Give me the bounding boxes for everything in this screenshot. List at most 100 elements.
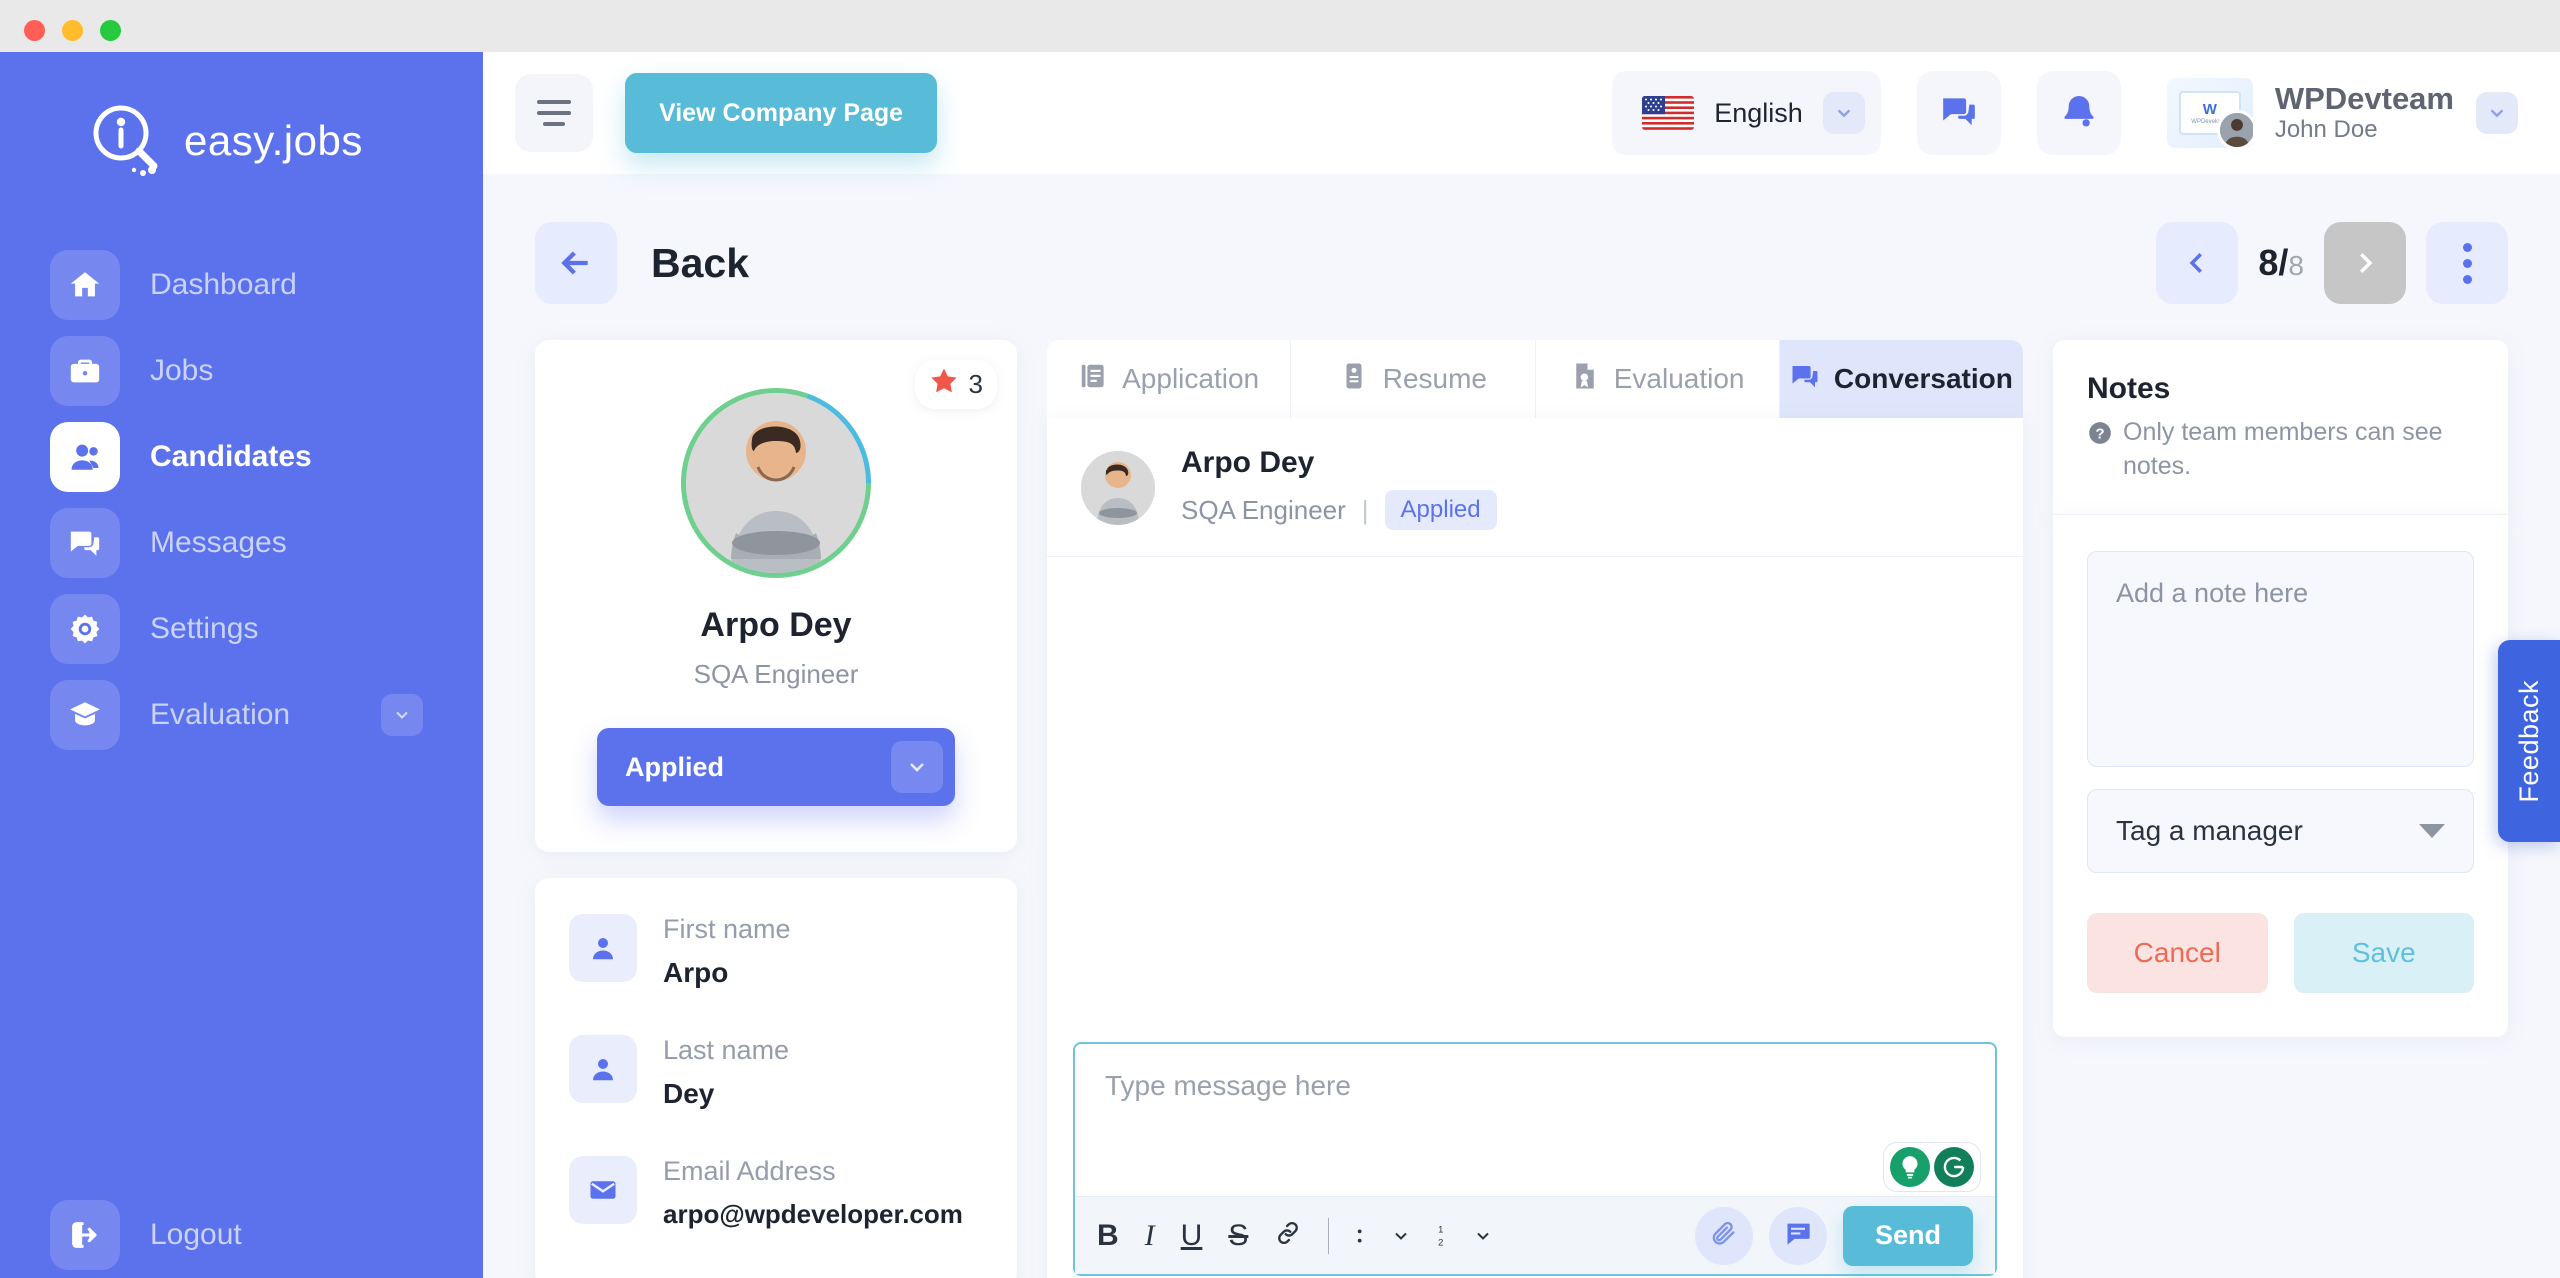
sidebar-item-candidates[interactable]: Candidates [0, 414, 483, 500]
chevron-down-icon[interactable] [381, 694, 423, 736]
sidebar-item-label: Settings [150, 612, 259, 645]
tab-application[interactable]: Application [1047, 340, 1292, 418]
feedback-tab[interactable]: Feedback [2498, 640, 2560, 842]
notes-body-card: Add a note here Tag a manager Cancel Sav… [2053, 513, 2508, 1037]
home-icon [50, 250, 120, 320]
message-composer: Type message here B I U S 1 2 Send [1073, 1042, 1997, 1276]
account-menu[interactable]: W WPDeveloper WPDevteam John Doe [2157, 78, 2518, 148]
close-window-button[interactable] [24, 20, 45, 41]
company-logo-icon: W WPDeveloper [2166, 78, 2253, 148]
envelope-icon [569, 1156, 637, 1224]
chat-icon [50, 508, 120, 578]
sidebar-item-settings[interactable]: Settings [0, 586, 483, 672]
message-input[interactable]: Type message here [1075, 1044, 1995, 1196]
chevron-down-icon[interactable] [891, 741, 943, 793]
candidate-tabs: Application Resume Evaluation Conversati… [1047, 340, 2023, 418]
tag-manager-select[interactable]: Tag a manager [2087, 788, 2474, 873]
underline-button[interactable]: U [1181, 1220, 1203, 1251]
detail-row: Email Address arpo@wpdeveloper.com [535, 1156, 1017, 1276]
save-button[interactable]: Save [2293, 912, 2474, 993]
avatar [1081, 451, 1155, 525]
brand-logo-block[interactable]: easy.jobs [0, 52, 483, 180]
conversation-header: Arpo Dey SQA Engineer | Applied [1047, 418, 2023, 557]
grammarly-widget[interactable] [1883, 1142, 1981, 1192]
page-separator: / [2278, 242, 2289, 283]
document-stack-icon [1078, 361, 1108, 398]
tab-evaluation[interactable]: Evaluation [1535, 340, 1780, 418]
view-company-page-button[interactable]: View Company Page [625, 73, 938, 153]
page-total: 8 [2288, 250, 2304, 281]
sidebar-item-label: Candidates [150, 440, 312, 473]
next-candidate-button[interactable] [2324, 222, 2406, 304]
strikethrough-button[interactable]: S [1228, 1220, 1248, 1251]
note-input[interactable]: Add a note here [2087, 550, 2474, 767]
tab-label: Resume [1382, 363, 1487, 394]
sidebar-item-evaluation[interactable]: Evaluation [0, 672, 483, 758]
user-icon [569, 1035, 637, 1103]
help-icon: ? [2087, 416, 2113, 484]
menu-toggle-icon[interactable] [515, 74, 593, 152]
topbar-right-group: English W WPDeveloper WPDevteam John Doe [1612, 71, 2518, 155]
detail-label: Last name [663, 1035, 790, 1065]
candidate-avatar-ring [681, 388, 871, 578]
cancel-button[interactable]: Cancel [2087, 912, 2268, 993]
page-header-row: Back 8/8 [483, 174, 2560, 304]
rating-badge[interactable]: 3 [914, 360, 997, 409]
brand-name: easy.jobs [184, 117, 363, 164]
sidebar-item-label: Dashboard [150, 268, 297, 301]
tab-resume[interactable]: Resume [1291, 340, 1536, 418]
svg-text:1: 1 [1439, 1224, 1444, 1234]
paperclip-icon [1710, 1219, 1738, 1252]
lightbulb-icon [1890, 1147, 1930, 1187]
sidebar-item-dashboard[interactable]: Dashboard [0, 242, 483, 328]
sidebar-item-logout[interactable]: Logout [0, 1192, 483, 1278]
previous-candidate-button[interactable] [2156, 222, 2239, 304]
sidebar-item-label: Evaluation [150, 698, 291, 731]
tab-conversation[interactable]: Conversation [1779, 340, 2023, 418]
feedback-label: Feedback [2513, 679, 2544, 803]
sidebar-item-jobs[interactable]: Jobs [0, 328, 483, 414]
us-flag-icon [1642, 96, 1695, 130]
detail-value: Arpo [663, 957, 729, 988]
back-button[interactable] [535, 222, 617, 304]
bold-button[interactable]: B [1097, 1220, 1119, 1251]
note-placeholder: Add a note here [2116, 577, 2309, 608]
conversation-candidate-role: SQA Engineer [1181, 494, 1346, 525]
detail-label: Email Address [663, 1156, 836, 1186]
graduation-cap-icon [50, 680, 120, 750]
toolbar-divider [1328, 1217, 1330, 1254]
composer-actions: Send [1694, 1205, 1973, 1266]
chevron-down-icon[interactable] [2476, 92, 2518, 134]
sidebar-item-messages[interactable]: Messages [0, 500, 483, 586]
gear-icon [50, 594, 120, 664]
tag-manager-label: Tag a manager [2116, 814, 2303, 846]
notes-help-label: Only team members can see notes. [2123, 418, 2443, 480]
attachment-button[interactable] [1694, 1206, 1753, 1265]
bulleted-list-button[interactable] [1355, 1222, 1411, 1250]
candidate-status-select[interactable]: Applied [597, 728, 955, 806]
template-button[interactable] [1768, 1206, 1827, 1265]
sidebar-nav: Dashboard Jobs Candidates Messages Setti… [0, 242, 483, 758]
chevron-down-icon [2419, 823, 2445, 838]
messages-button[interactable] [1916, 71, 2001, 155]
note-actions: Cancel Save [2087, 912, 2474, 993]
language-selector[interactable]: English [1612, 71, 1881, 155]
svg-text:2: 2 [1439, 1237, 1444, 1247]
candidate-role: SQA Engineer [693, 659, 859, 689]
conversation-candidate-name: Arpo Dey [1181, 446, 1315, 479]
chat-icon [1940, 92, 1978, 135]
italic-button[interactable]: I [1145, 1220, 1155, 1251]
tab-label: Application [1122, 363, 1260, 394]
more-options-button[interactable] [2426, 222, 2508, 304]
window-controls [24, 20, 121, 41]
maximize-window-button[interactable] [100, 20, 121, 41]
numbered-list-button[interactable]: 12 [1437, 1222, 1493, 1250]
link-button[interactable] [1274, 1219, 1302, 1253]
candidate-status-value: Applied [625, 751, 724, 782]
chevron-down-icon[interactable] [1822, 92, 1865, 134]
send-button[interactable]: Send [1842, 1205, 1973, 1266]
minimize-window-button[interactable] [62, 20, 83, 41]
resume-icon [1339, 361, 1369, 398]
candidate-name: Arpo Dey [700, 606, 852, 644]
notifications-button[interactable] [2036, 71, 2121, 155]
